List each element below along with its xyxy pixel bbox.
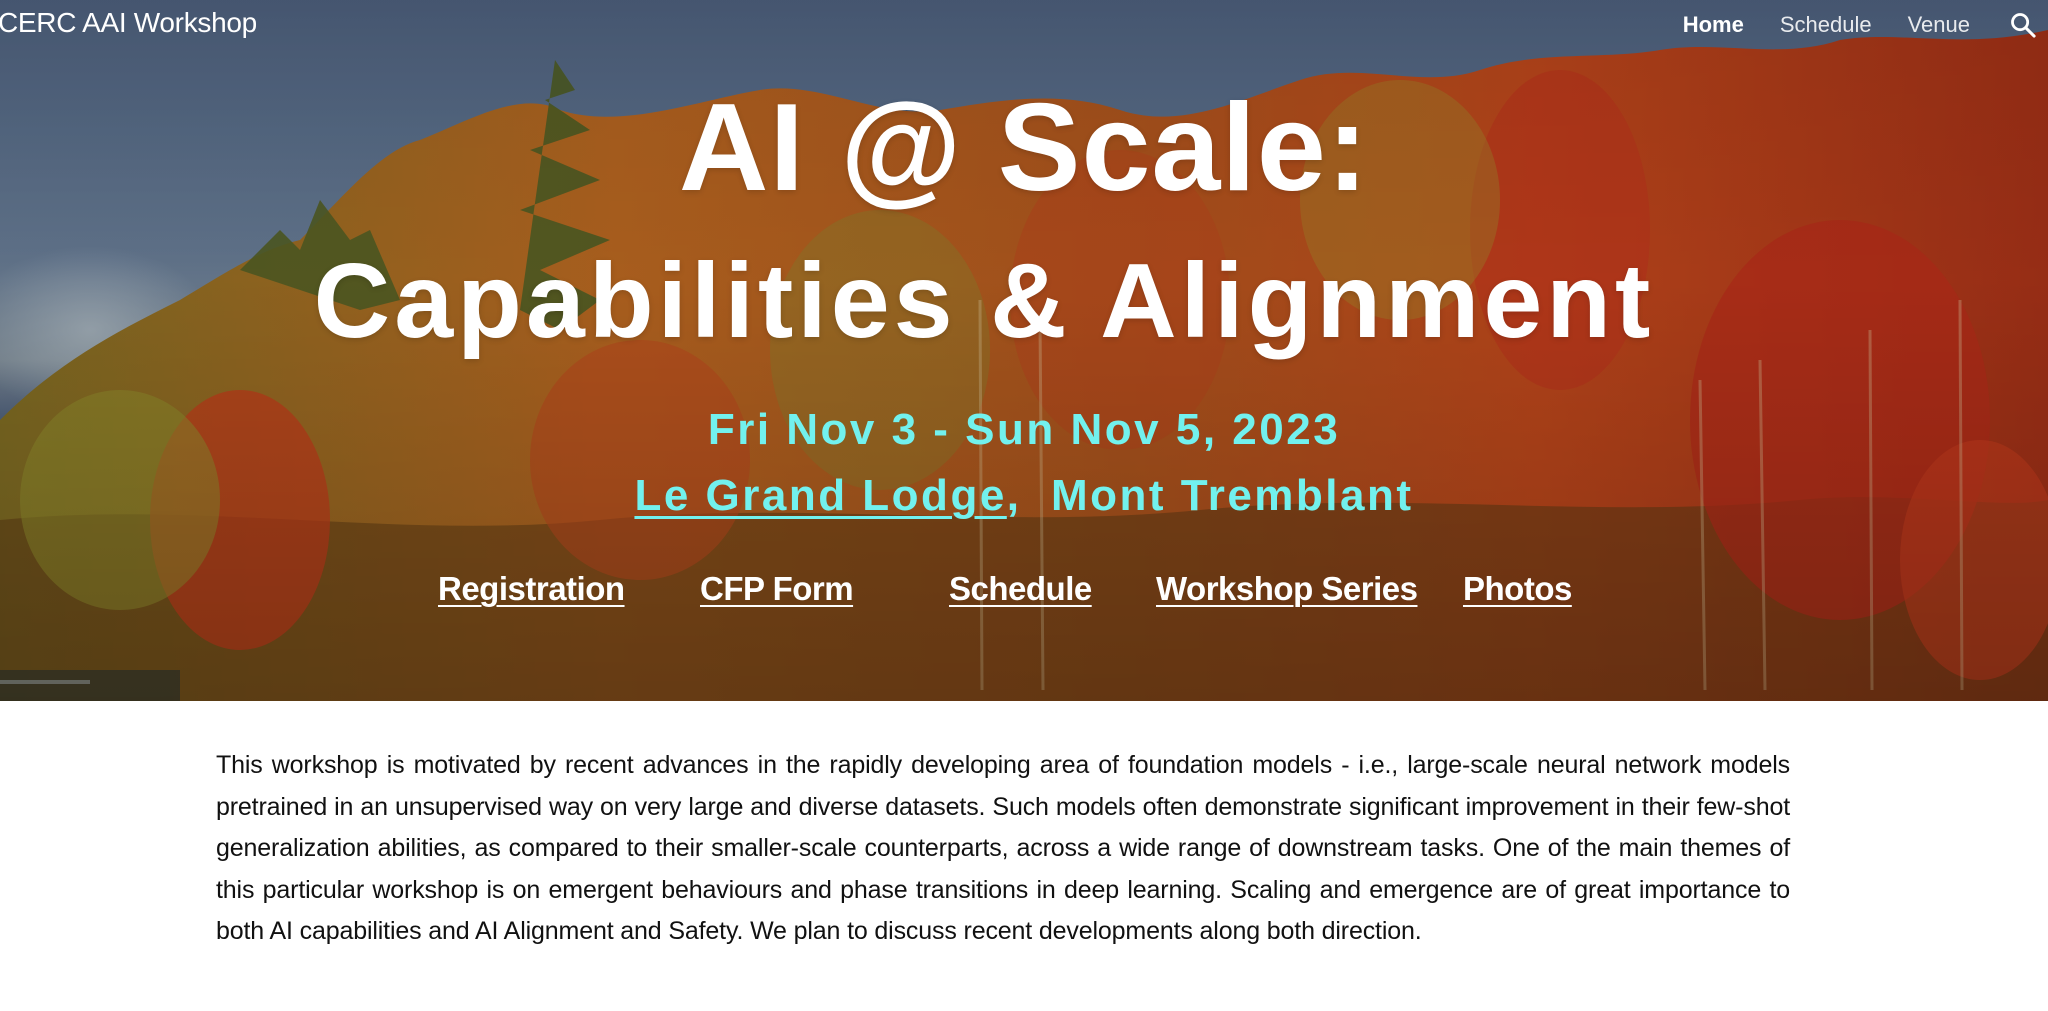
intro-paragraph: This workshop is motivated by recent adv… (216, 751, 1790, 946)
hero-content: AI @ Scale: Capabilities & Alignment Fri… (0, 0, 2048, 701)
venue-separator: , (1006, 471, 1022, 520)
photos-link[interactable]: Photos (1463, 570, 1572, 608)
top-navigation-bar: CERC AAI Workshop Home Schedule Venue (0, 0, 2048, 50)
search-icon (2011, 13, 2036, 38)
registration-link[interactable]: Registration (438, 570, 625, 608)
venue-link[interactable]: Le Grand Lodge (634, 471, 1006, 520)
nav-item-schedule[interactable]: Schedule (1780, 12, 1872, 38)
page-title-line1: AI @ Scale: (678, 79, 1370, 217)
nav-item-home[interactable]: Home (1683, 12, 1744, 38)
venue-location: Mont Tremblant (1050, 471, 1414, 520)
event-venue: Le Grand Lodge, Mont Tremblant (0, 468, 2048, 524)
schedule-link[interactable]: Schedule (949, 570, 1092, 608)
page-title-line2: Capabilities & Alignment (313, 242, 1655, 360)
hero-links: Registration CFP Form Schedule Workshop … (0, 570, 2048, 620)
nav-item-venue[interactable]: Venue (1908, 12, 1970, 38)
search-button[interactable] (2006, 8, 2040, 42)
cfp-form-link[interactable]: CFP Form (700, 570, 854, 608)
site-title-link[interactable]: CERC AAI Workshop (0, 7, 257, 39)
event-dates: Fri Nov 3 - Sun Nov 5, 2023 (707, 405, 1341, 454)
main-nav: Home Schedule Venue (1683, 0, 2048, 50)
workshop-series-link[interactable]: Workshop Series (1156, 570, 1473, 608)
